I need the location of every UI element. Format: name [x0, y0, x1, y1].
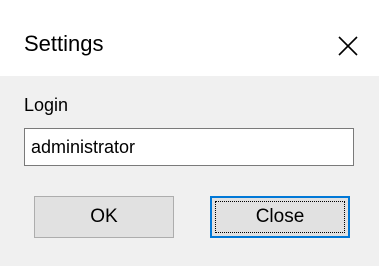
close-window-button[interactable] — [326, 24, 370, 68]
ok-button[interactable]: OK — [34, 196, 174, 238]
ok-button-label: OK — [90, 206, 118, 227]
settings-dialog: Settings Login OK Close — [0, 0, 379, 266]
title-bar[interactable]: Settings — [0, 0, 379, 76]
login-input[interactable] — [24, 128, 354, 166]
close-icon — [338, 36, 358, 56]
close-button-label: Close — [255, 206, 305, 227]
login-label: Login — [24, 95, 69, 115]
dialog-body: Login OK Close — [0, 76, 379, 266]
dialog-title: Settings — [24, 31, 104, 56]
close-button[interactable]: Close — [210, 196, 350, 238]
